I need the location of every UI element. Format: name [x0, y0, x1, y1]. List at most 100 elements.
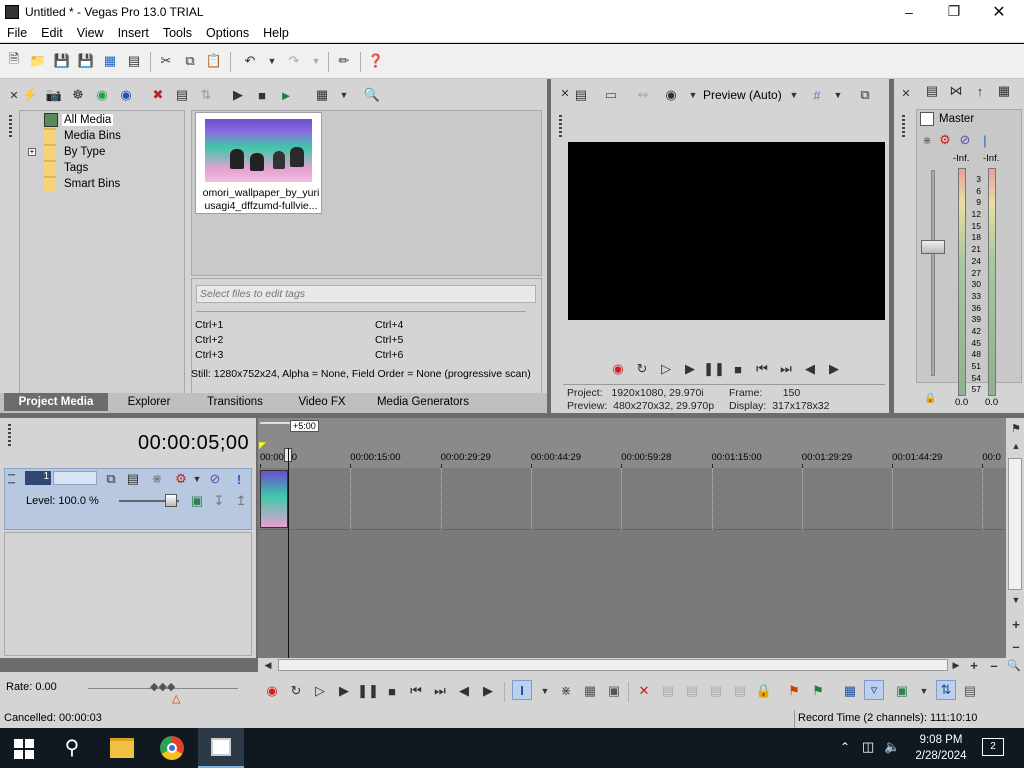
scroll-down-icon[interactable]: ▼ [1006, 590, 1024, 610]
vertical-scrollbar[interactable]: ⚑ ▲ ▼ + – [1006, 418, 1024, 658]
solo-icon[interactable]: | [975, 130, 995, 150]
normal-edit-tool-icon[interactable]: I [512, 680, 532, 700]
auto-ripple-icon[interactable]: ▦ [840, 681, 860, 701]
tab-media-generators[interactable]: Media Generators [364, 393, 482, 411]
pause-icon[interactable]: ❚❚ [703, 359, 725, 379]
record-icon[interactable]: ◉ [608, 359, 628, 379]
in-point-marker[interactable]: ◤ [259, 440, 266, 451]
menu-file[interactable]: File [0, 26, 34, 40]
stop-icon[interactable]: ■ [728, 359, 748, 379]
lock-icon[interactable]: 🔒 [924, 393, 936, 404]
capture-video-icon[interactable]: 📷 [44, 85, 64, 105]
make-child-icon[interactable]: ↧ [209, 491, 229, 511]
tree-item-by-type[interactable]: By Type [44, 144, 105, 160]
mixer-properties-icon[interactable]: ▦ [994, 81, 1014, 101]
previous-frame-icon[interactable]: ◀ [454, 681, 474, 701]
master-fx-icon[interactable]: ⋇ [917, 130, 937, 150]
track-name-field[interactable] [53, 471, 97, 485]
play-icon[interactable]: ▶ [334, 681, 354, 701]
snapping-dropdown-icon[interactable]: ▼ [914, 681, 934, 701]
track-dropdown-icon[interactable]: ▼ [187, 469, 207, 489]
extract-audio-icon[interactable]: ◉ [92, 85, 112, 105]
trim-icon[interactable]: ▤ [658, 681, 678, 701]
video-track-header[interactable]: ─ ─ 1 ⧉ ▤ ⋇ ⚙ ▼ ⊘ ! Level: 100.0 % ▣ ↧ ↥ [4, 468, 252, 530]
render-as-icon[interactable]: ▦ [100, 51, 120, 71]
h-scroll-thumb[interactable] [278, 659, 948, 671]
menu-view[interactable]: View [70, 26, 111, 40]
auto-preview-icon[interactable]: ► [276, 85, 296, 105]
shortcut[interactable]: Ctrl+2 [195, 333, 223, 348]
edit-tool-dropdown-icon[interactable]: ▼ [535, 681, 555, 701]
start-preview-icon[interactable]: ▶ [228, 85, 248, 105]
go-to-start-icon[interactable]: ⏮ [752, 359, 772, 379]
overlays-icon[interactable]: # [807, 85, 827, 105]
video-event[interactable] [260, 470, 288, 528]
scroll-thumb[interactable] [1008, 458, 1022, 590]
clock[interactable]: 9:08 PM 2/28/2024 [910, 732, 972, 764]
get-media-web-icon[interactable]: ◉ [116, 85, 136, 105]
file-explorer-icon[interactable] [110, 738, 134, 758]
lock-event-icon[interactable]: 🔒 [754, 681, 774, 701]
volume-icon[interactable]: 🔈 [884, 739, 900, 755]
media-fx-icon[interactable]: ⇅ [196, 85, 216, 105]
media-properties-icon[interactable]: ▤ [172, 85, 192, 105]
zoom-in-icon[interactable]: + [1006, 614, 1024, 634]
external-monitor-icon[interactable]: ▭ [601, 85, 621, 105]
copy-snapshot-icon[interactable]: ⧉ [855, 85, 875, 105]
next-frame-icon[interactable]: ▶ [824, 359, 844, 379]
tree-item-all-media[interactable]: All Media [44, 112, 114, 128]
close-panel-icon[interactable]: ✕ [896, 83, 916, 103]
views-icon[interactable]: ▦ [312, 85, 332, 105]
split-dropdown-icon[interactable]: ▼ [683, 85, 703, 105]
ignore-event-grouping-icon[interactable]: ▤ [960, 681, 980, 701]
auto-crossfades-icon[interactable]: ▿ [864, 680, 884, 700]
stop-icon[interactable]: ■ [382, 681, 402, 701]
panel-grip[interactable] [9, 115, 12, 139]
overlays-dropdown-icon[interactable]: ▼ [828, 85, 848, 105]
cut-icon[interactable]: ✂ [156, 51, 176, 71]
menu-tools[interactable]: Tools [156, 26, 199, 40]
level-slider[interactable] [165, 494, 177, 507]
split-screen-icon[interactable]: ◉ [661, 85, 681, 105]
go-to-start-icon[interactable]: ⏮ [406, 681, 426, 701]
track-motion-icon[interactable]: ⧉ [101, 469, 121, 489]
timeline-ruler[interactable]: +5:00 ◤ 00:00:00 00:00:15:00 00:00:29:29 00… [258, 418, 1006, 468]
tab-video-fx[interactable]: Video FX [284, 393, 360, 411]
new-icon[interactable]: 🗎 [4, 51, 24, 71]
search-icon[interactable]: 🔍 [362, 85, 382, 105]
save-icon[interactable]: 💾 [52, 51, 72, 71]
zoom-edit-tool-icon[interactable]: ▣ [604, 681, 624, 701]
shortcut[interactable]: Ctrl+3 [195, 348, 223, 363]
selection-tool-icon[interactable]: ▦ [580, 681, 600, 701]
tab-explorer[interactable]: Explorer [112, 393, 186, 411]
next-frame-icon[interactable]: ▶ [478, 681, 498, 701]
minimize-button[interactable]: – [886, 0, 932, 23]
compositing-mode-icon[interactable]: ⋇ [147, 469, 167, 489]
video-display[interactable] [568, 142, 885, 320]
menu-options[interactable]: Options [199, 26, 256, 40]
windows-start-icon[interactable] [14, 739, 34, 759]
pause-icon[interactable]: ❚❚ [357, 681, 379, 701]
media-item[interactable]: omori_wallpaper_by_yuri usagi4_dffzumd-f… [195, 112, 322, 214]
tree-item-smart-bins[interactable]: Smart Bins [44, 176, 120, 192]
delete-icon[interactable]: ✕ [634, 681, 654, 701]
collapse-track-icon[interactable]: ─ ─ [8, 471, 15, 489]
marker-tool-icon[interactable]: ⚑ [1006, 418, 1024, 438]
undo-dropdown-icon[interactable]: ▼ [262, 51, 282, 71]
undo-icon[interactable]: ↶ [240, 51, 260, 71]
scroll-up-icon[interactable]: ▲ [1006, 436, 1024, 456]
redo-dropdown-icon[interactable]: ▼ [306, 51, 326, 71]
views-dropdown-icon[interactable]: ▼ [334, 85, 354, 105]
downmix-icon[interactable]: ⋈ [946, 81, 966, 101]
shortcut[interactable]: Ctrl+6 [375, 348, 403, 363]
play-icon[interactable]: ▶ [680, 359, 700, 379]
import-media-icon[interactable]: ⚡ [20, 85, 40, 105]
tab-transitions[interactable]: Transitions [190, 393, 280, 411]
go-to-end-icon[interactable]: ⏭ [776, 359, 796, 379]
split-icon[interactable]: ▤ [730, 681, 750, 701]
save-as-icon[interactable]: 💾 [76, 51, 96, 71]
dim-output-icon[interactable]: ↑ [970, 81, 990, 101]
trim-start-icon[interactable]: ▤ [682, 681, 702, 701]
loop-playback-icon[interactable]: ↻ [286, 681, 306, 701]
panel-grip[interactable] [902, 115, 905, 139]
